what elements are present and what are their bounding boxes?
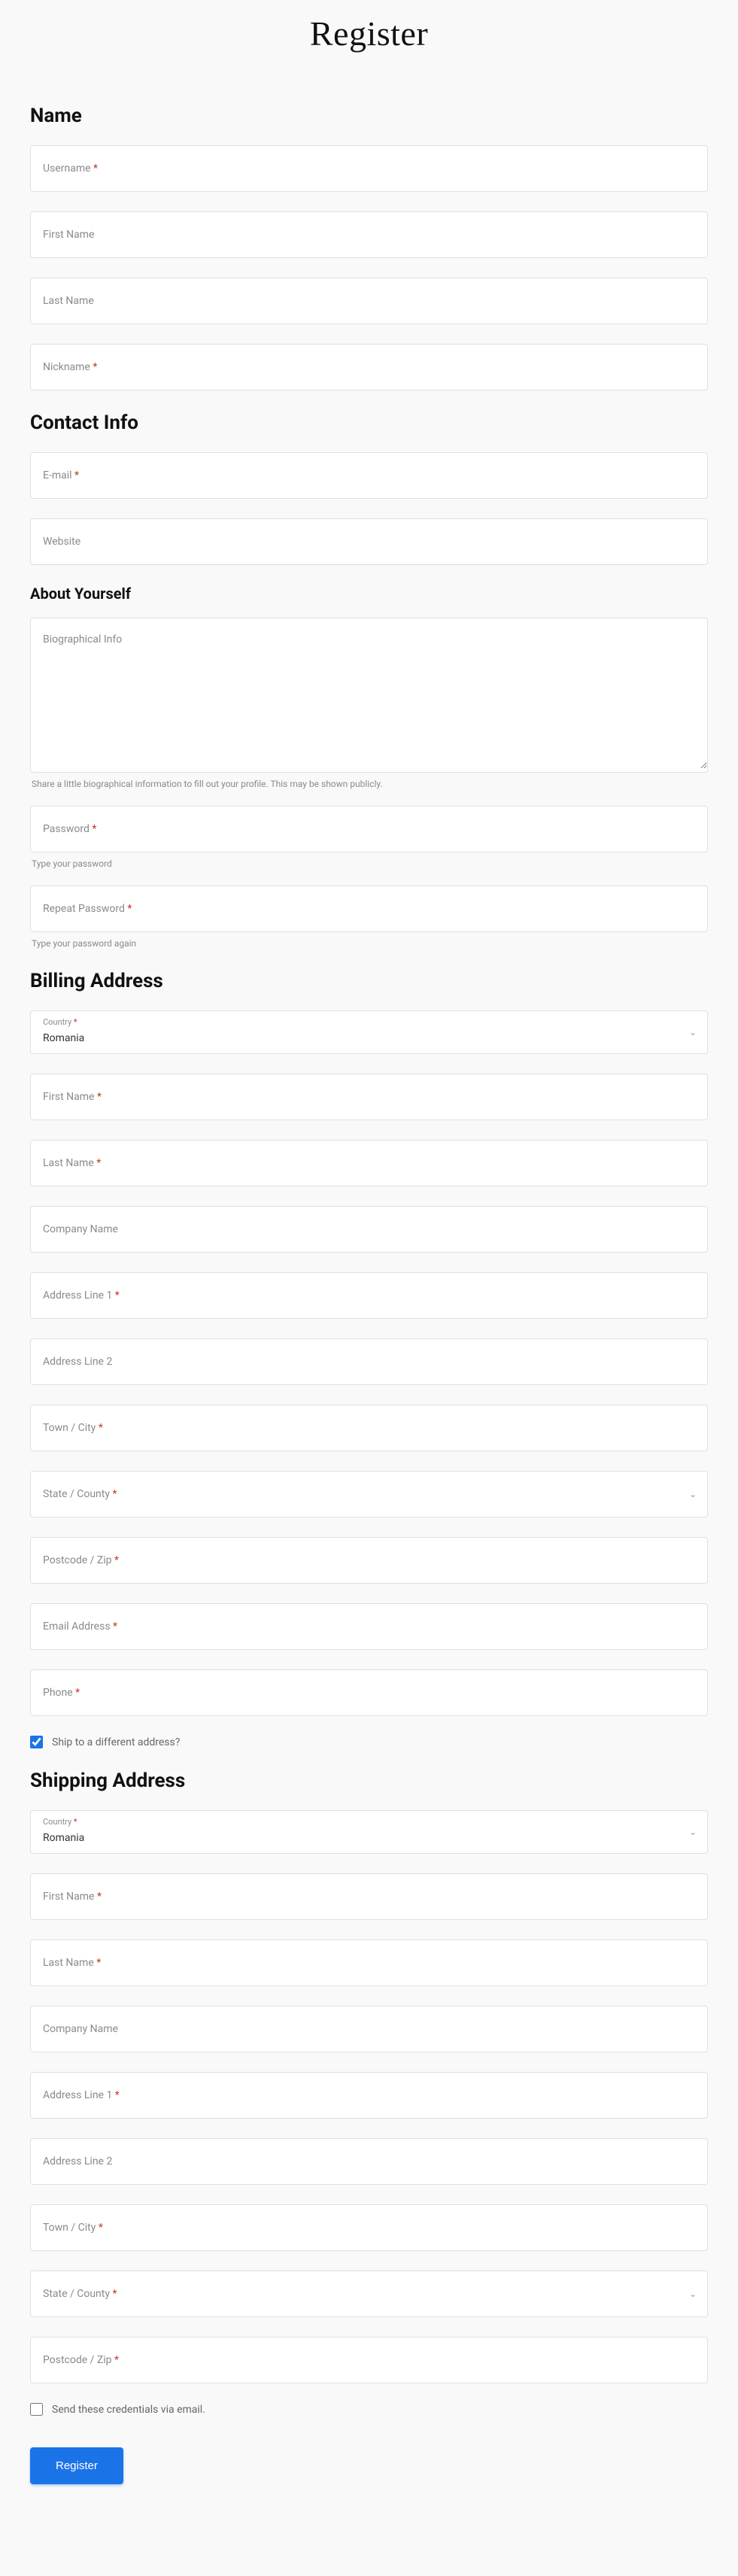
shipping-address1-wrap: Address Line 1 * — [30, 2072, 708, 2119]
billing-postcode-wrap: Postcode / Zip * — [30, 1537, 708, 1584]
first-name-field-wrap — [30, 211, 708, 258]
billing-email-input[interactable] — [31, 1604, 707, 1649]
email-input[interactable] — [31, 453, 707, 498]
first-name-input[interactable] — [31, 212, 707, 257]
billing-country-field-wrap: Country * Romania ⌄ — [30, 1010, 708, 1054]
shipping-first-name-wrap: First Name * — [30, 1873, 708, 1920]
shipping-last-name-wrap: Last Name * — [30, 1940, 708, 1986]
billing-country-select[interactable]: Romania — [31, 1017, 707, 1053]
repeat-password-input[interactable] — [31, 886, 707, 931]
password-field-wrap: Password * — [30, 806, 708, 852]
password-input[interactable] — [31, 807, 707, 852]
shipping-address2-input[interactable] — [31, 2139, 707, 2184]
page-title: Register — [30, 0, 708, 84]
shipping-city-wrap: Town / City * — [30, 2204, 708, 2251]
billing-last-name-input[interactable] — [31, 1141, 707, 1186]
shipping-address2-wrap — [30, 2138, 708, 2185]
shipping-postcode-input[interactable] — [31, 2338, 707, 2383]
billing-address2-wrap — [30, 1338, 708, 1385]
shipping-address1-input[interactable] — [31, 2073, 707, 2118]
shipping-city-input[interactable] — [31, 2205, 707, 2250]
billing-state-select[interactable] — [31, 1472, 707, 1517]
section-heading-billing: Billing Address — [30, 970, 708, 992]
billing-email-wrap: Email Address * — [30, 1603, 708, 1650]
ship-different-row: Ship to a different address? — [30, 1736, 708, 1748]
shipping-postcode-wrap: Postcode / Zip * — [30, 2337, 708, 2383]
send-credentials-checkbox[interactable] — [30, 2403, 43, 2416]
billing-first-name-input[interactable] — [31, 1074, 707, 1119]
section-heading-about: About Yourself — [30, 585, 708, 603]
last-name-field-wrap — [30, 278, 708, 324]
repeat-password-helper: Type your password again — [32, 938, 708, 949]
shipping-first-name-input[interactable] — [31, 1874, 707, 1919]
ship-different-label: Ship to a different address? — [52, 1736, 180, 1748]
last-name-input[interactable] — [31, 278, 707, 324]
shipping-company-input[interactable] — [31, 2006, 707, 2052]
website-field-wrap — [30, 518, 708, 565]
shipping-state-select[interactable] — [31, 2271, 707, 2316]
bio-textarea[interactable] — [31, 618, 707, 769]
billing-company-input[interactable] — [31, 1207, 707, 1252]
billing-address2-input[interactable] — [31, 1339, 707, 1384]
section-heading-name: Name — [30, 105, 708, 127]
register-button[interactable]: Register — [30, 2447, 123, 2484]
email-field-wrap: E-mail * — [30, 452, 708, 499]
billing-last-name-wrap: Last Name * — [30, 1140, 708, 1186]
repeat-password-field-wrap: Repeat Password * — [30, 886, 708, 932]
billing-address1-input[interactable] — [31, 1273, 707, 1318]
shipping-country-field-wrap: Country * Romania ⌄ — [30, 1810, 708, 1854]
billing-city-input[interactable] — [31, 1405, 707, 1451]
billing-city-wrap: Town / City * — [30, 1405, 708, 1451]
ship-different-checkbox[interactable] — [30, 1736, 43, 1748]
send-credentials-label: Send these credentials via email. — [52, 2404, 205, 2416]
nickname-input[interactable] — [31, 345, 707, 390]
website-input[interactable] — [31, 519, 707, 564]
shipping-state-wrap: State / County * ⌄ — [30, 2271, 708, 2317]
section-heading-contact: Contact Info — [30, 412, 708, 434]
shipping-last-name-input[interactable] — [31, 1940, 707, 1985]
billing-state-wrap: State / County * ⌄ — [30, 1471, 708, 1517]
send-credentials-row: Send these credentials via email. — [30, 2403, 708, 2416]
nickname-field-wrap: Nickname * — [30, 344, 708, 390]
billing-phone-input[interactable] — [31, 1670, 707, 1715]
shipping-company-wrap — [30, 2006, 708, 2052]
bio-helper: Share a little biographical information … — [32, 779, 708, 789]
bio-field-wrap: Biographical Info — [30, 618, 708, 773]
billing-company-wrap — [30, 1206, 708, 1253]
billing-first-name-wrap: First Name * — [30, 1074, 708, 1120]
shipping-country-select[interactable]: Romania — [31, 1817, 707, 1853]
username-field-wrap: Username * — [30, 145, 708, 192]
billing-address1-wrap: Address Line 1 * — [30, 1272, 708, 1319]
billing-postcode-input[interactable] — [31, 1538, 707, 1583]
billing-phone-wrap: Phone * — [30, 1669, 708, 1716]
password-helper: Type your password — [32, 858, 708, 869]
section-heading-shipping: Shipping Address — [30, 1769, 708, 1792]
username-input[interactable] — [31, 146, 707, 191]
